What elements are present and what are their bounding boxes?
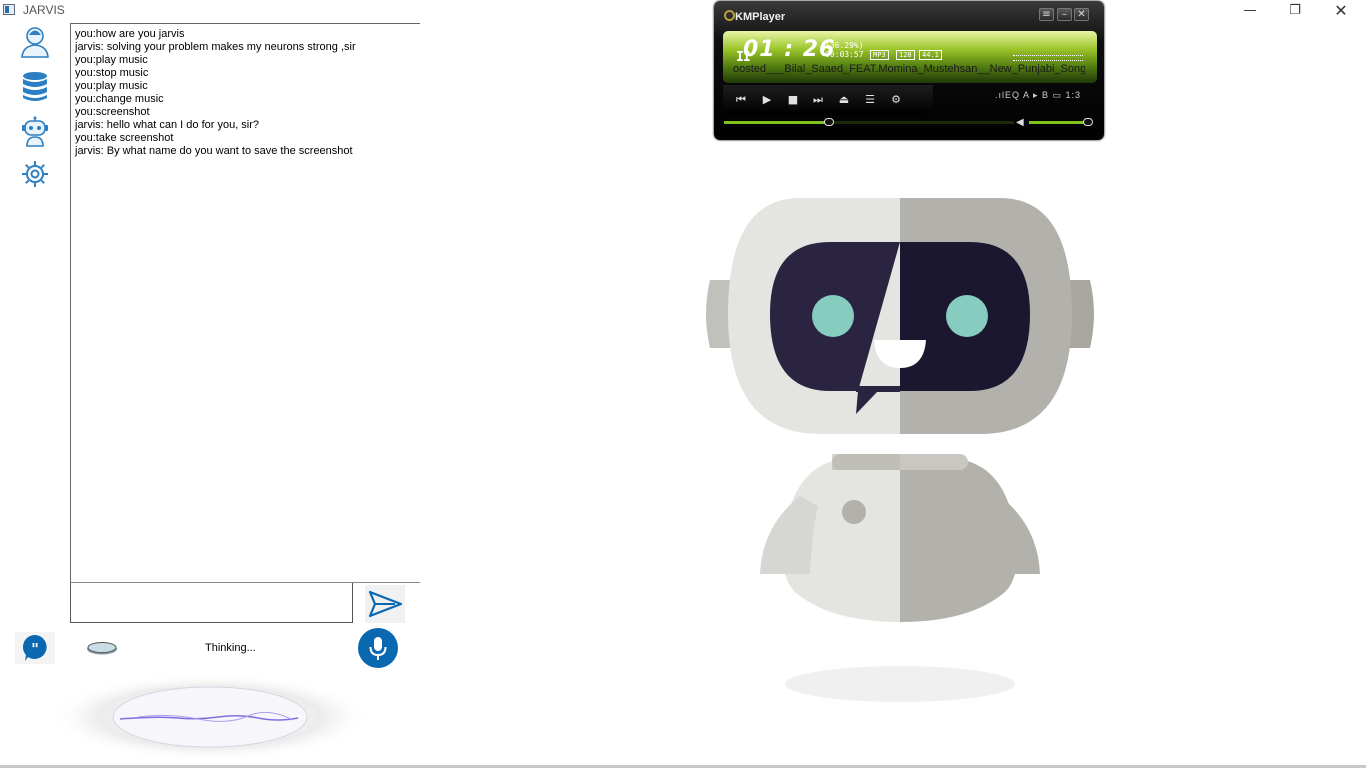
message-input[interactable] [70,583,353,623]
status-text: Thinking... [205,642,256,654]
listen-disc-icon[interactable] [86,640,118,655]
stop-icon[interactable]: ■ [786,93,800,107]
sidebar-item-assistant[interactable] [20,116,50,147]
send-icon [368,590,403,618]
svg-text:": " [31,640,39,658]
minimize-button[interactable]: — [1227,0,1273,22]
seek-bar-fill [724,121,830,124]
window-title: JARVIS [23,3,65,17]
kmplayer-close-button[interactable]: ✕ [1074,8,1089,21]
kmplayer-logo-icon [724,10,735,21]
playlist-icon[interactable]: ☰ [863,93,877,107]
kmplayer-window[interactable]: KMPlayer ≡ – ✕ II 01 : 26 (36.29%) 00:03… [714,1,1104,140]
previous-icon[interactable]: ⏮ [734,93,748,107]
chat-line: you:stop music [75,67,149,79]
volume-icon[interactable]: ◀ [1016,117,1024,128]
settings-icon[interactable]: ⚙ [889,93,903,107]
next-icon[interactable]: ⏭ [811,93,825,107]
robot-icon [22,116,48,147]
sidebar-item-database[interactable] [20,71,50,101]
spectrum-dots [1013,55,1083,61]
gear-icon [22,161,48,187]
volume-fill [1029,121,1088,124]
play-icon[interactable]: ▶ [760,93,774,107]
chatbot-mascot-illustration [700,196,1100,706]
kmplayer-minimize-button[interactable]: – [1057,8,1072,21]
mic-button[interactable] [358,628,398,668]
kmplayer-title: KMPlayer [735,11,786,23]
chat-line: you:take screenshot [75,132,174,144]
voice-wave-visualizer [48,672,373,762]
send-button[interactable] [365,585,405,623]
chat-line: you:screenshot [75,106,150,118]
elapsed-time: 01 : 26 [743,37,836,62]
eject-icon[interactable]: ⏏ [837,93,851,107]
chat-line: you:play music [75,80,148,92]
volume-handle[interactable] [1082,118,1093,126]
samplerate-badge: 44.1 [919,50,942,60]
sidebar-item-settings[interactable] [20,159,50,189]
chat-line: you:how are you jarvis [75,28,185,40]
kmplayer-menu-button[interactable]: ≡ [1039,8,1054,21]
chat-line: jarvis: By what name do you want to save… [75,145,353,157]
progress-percent: (36.29%) [825,41,864,50]
chat-line: jarvis: solving your problem makes my ne… [75,41,356,53]
microphone-icon [369,637,387,660]
bitrate-badge: 128 [896,50,915,60]
total-time: 00:03:57 [825,50,864,59]
chat-line: jarvis: hello what can I do for you, sir… [75,119,260,131]
kmplayer-extra-controls[interactable]: .ılEQ A ▸ B ▭ 1:3 [995,90,1081,101]
database-icon [23,72,47,101]
sidebar-item-profile[interactable] [20,26,50,58]
close-button[interactable]: ✕ [1318,0,1364,22]
title-bar: JARVIS — ❐ ✕ [0,0,1366,22]
user-profile-icon [21,27,49,58]
maximize-button[interactable]: ❐ [1272,0,1318,22]
format-badge: MP3 [870,50,889,60]
chat-log[interactable]: you:how are you jarvis jarvis: solving y… [70,23,420,583]
chat-line: you:play music [75,54,148,66]
chat-line: you:change music [75,93,164,105]
quote-bubble-icon: " [22,634,47,661]
song-title: oosted___Bilal_Saaed_FEAT.Momina_Mustehs… [733,63,1085,75]
kmplayer-display: II 01 : 26 (36.29%) 00:03:57 MP3 128 44.… [723,31,1097,83]
app-icon [3,4,15,15]
seek-handle[interactable] [824,118,835,126]
quote-button[interactable]: " [15,632,55,664]
